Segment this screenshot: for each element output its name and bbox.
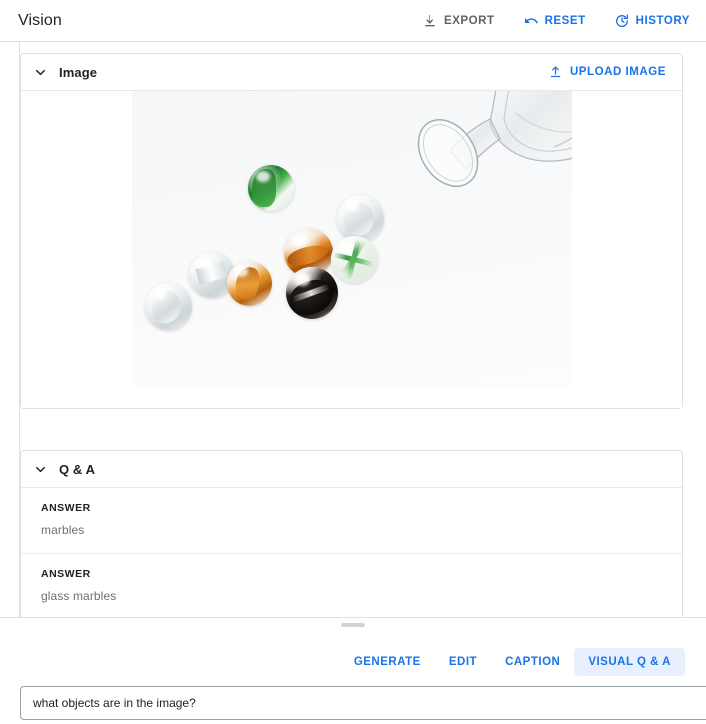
image-card: Image UPLOAD IMAGE bbox=[20, 53, 683, 409]
answer-label: ANSWER bbox=[41, 502, 91, 514]
answer-label: ANSWER bbox=[41, 568, 91, 580]
export-button[interactable]: EXPORT bbox=[420, 10, 497, 32]
top-bar-actions: EXPORT RESET HISTORY bbox=[420, 10, 692, 32]
resize-handle[interactable] bbox=[341, 623, 365, 627]
bottom-panel: GENERATE EDIT CAPTION VISUAL Q & A bbox=[0, 617, 706, 724]
image-preview-area[interactable] bbox=[21, 91, 682, 408]
marbles-photo bbox=[131, 91, 572, 387]
image-collapse-toggle[interactable] bbox=[21, 65, 59, 80]
tab-edit[interactable]: EDIT bbox=[435, 648, 491, 676]
tab-generate[interactable]: GENERATE bbox=[340, 648, 435, 676]
export-label: EXPORT bbox=[443, 14, 495, 27]
white-swirl-marble-top bbox=[336, 195, 384, 242]
chevron-down-icon bbox=[35, 466, 45, 472]
prompt-input[interactable] bbox=[20, 686, 706, 720]
qa-answer-row: ANSWER glass marbles bbox=[21, 554, 682, 619]
page-title: Vision bbox=[18, 11, 62, 29]
history-icon bbox=[614, 13, 630, 29]
reset-button[interactable]: RESET bbox=[521, 10, 588, 32]
prompt-area bbox=[20, 686, 706, 720]
upload-image-action: UPLOAD IMAGE bbox=[546, 61, 668, 83]
image-card-header: Image UPLOAD IMAGE bbox=[21, 54, 682, 91]
download-icon bbox=[422, 13, 438, 29]
clear-marble-bottom bbox=[144, 283, 192, 330]
tab-visual-qa[interactable]: VISUAL Q & A bbox=[574, 648, 685, 676]
answer-value: glass marbles bbox=[41, 589, 117, 603]
upload-icon bbox=[548, 64, 564, 80]
qa-card-header: Q & A bbox=[21, 451, 682, 488]
tipped-glass-goblet bbox=[417, 91, 572, 187]
amber-swirl-marble bbox=[226, 261, 272, 306]
chevron-down-icon bbox=[35, 69, 45, 75]
green-cross-marble bbox=[330, 236, 378, 283]
green-swirl-marble bbox=[247, 165, 294, 211]
mode-tabs: GENERATE EDIT CAPTION VISUAL Q & A bbox=[340, 648, 685, 676]
qa-card: Q & A ANSWER marbles ANSWER glass marble… bbox=[20, 450, 683, 620]
qa-card-title: Q & A bbox=[59, 461, 96, 477]
qa-collapse-toggle[interactable] bbox=[21, 462, 59, 477]
top-app-bar: Vision EXPORT RESET HISTORY bbox=[0, 0, 706, 42]
upload-image-button[interactable]: UPLOAD IMAGE bbox=[546, 61, 668, 83]
qa-answer-row: ANSWER marbles bbox=[21, 488, 682, 554]
undo-icon bbox=[523, 13, 539, 29]
reset-label: RESET bbox=[544, 14, 586, 27]
image-card-title: Image bbox=[59, 64, 98, 80]
vision-app: Vision EXPORT RESET HISTORY Image UPLOAD… bbox=[0, 0, 706, 724]
tab-caption[interactable]: CAPTION bbox=[491, 648, 574, 676]
history-button[interactable]: HISTORY bbox=[612, 10, 692, 32]
history-label: HISTORY bbox=[635, 14, 690, 27]
answer-value: marbles bbox=[41, 523, 85, 537]
upload-image-label: UPLOAD IMAGE bbox=[569, 66, 666, 78]
